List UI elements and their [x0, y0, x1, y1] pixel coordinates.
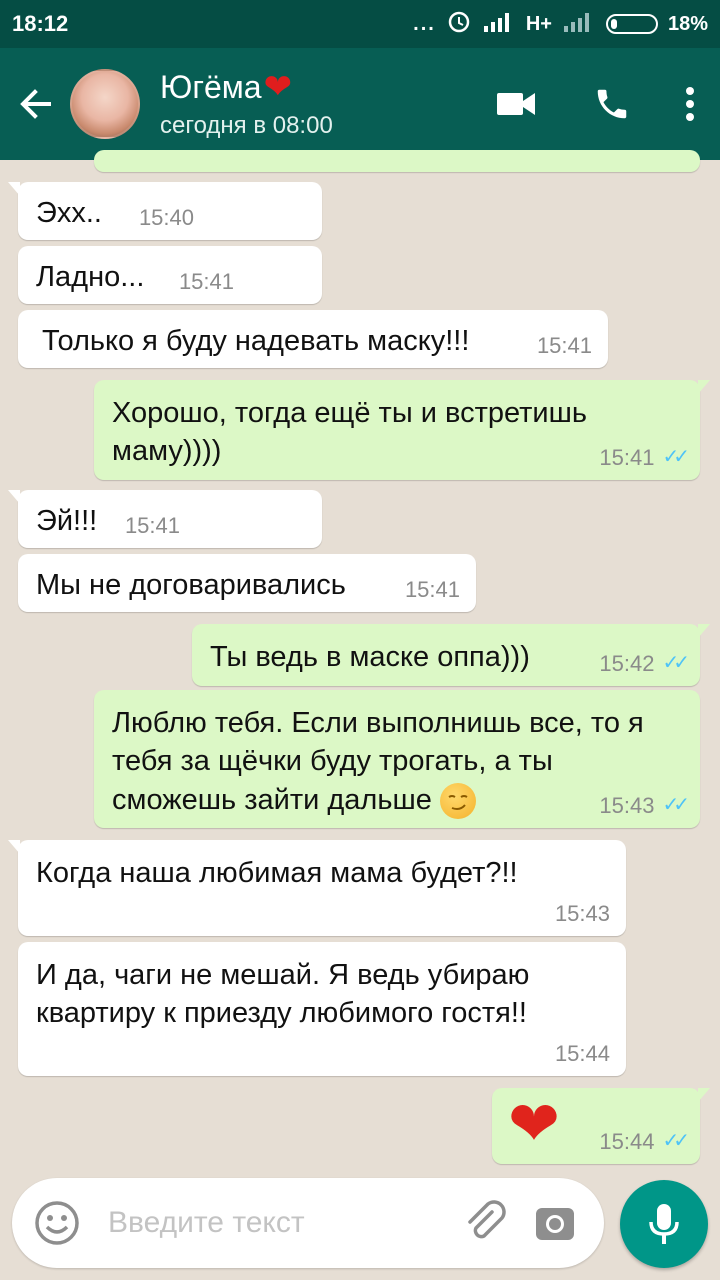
- read-ticks-icon: ✓✓: [662, 1130, 689, 1153]
- heart-emoji: ❤: [508, 1090, 560, 1159]
- heart-emoji: ❤: [263, 68, 293, 106]
- attach-icon[interactable]: [450, 1188, 520, 1258]
- read-ticks-icon: ✓✓: [662, 794, 689, 817]
- message-time: 15:41: [536, 332, 592, 358]
- battery-percent: 18%: [667, 12, 708, 35]
- emoji-icon[interactable]: [22, 1188, 92, 1258]
- video-call-icon[interactable]: [468, 48, 564, 160]
- message-input-bar[interactable]: Введите текст: [12, 1178, 604, 1268]
- message-bubble[interactable]: Только я буду надевать маску!!! 15:41: [18, 310, 608, 368]
- message-text: Мы не договаривались: [36, 569, 346, 601]
- message-meta: 15:42 ✓✓: [599, 649, 689, 678]
- message-meta: 15:41 ✓✓: [599, 443, 689, 472]
- last-seen: сегодня в 08:00: [160, 111, 333, 139]
- message-meta: 15:44 ✓✓: [599, 1127, 689, 1156]
- alarm-icon: [446, 8, 472, 40]
- contact-name: Югёма: [160, 68, 262, 105]
- message-text: Когда наша любимая мама будет?!!: [36, 857, 518, 889]
- message-bubble[interactable]: Ты ведь в маске оппа))) 15:42 ✓✓: [192, 624, 710, 686]
- message-meta: 15:43 ✓✓: [599, 791, 689, 820]
- phone-icon[interactable]: [564, 48, 660, 160]
- message-time: 15:41: [178, 268, 234, 294]
- message-text: Только я буду надевать маску!!!: [42, 325, 470, 357]
- message-bubble[interactable]: Мы не договаривались 15:41: [18, 554, 476, 612]
- camera-icon[interactable]: [520, 1188, 590, 1258]
- message-time: 15:40: [138, 204, 194, 230]
- message-time: 15:41: [404, 576, 460, 602]
- message-text: Хорошо, тогда ещё ты и встретишь маму)))…: [112, 397, 588, 468]
- signal-icon: [482, 10, 516, 38]
- message-text: И да, чаги не мешай. Я ведь убираю кварт…: [36, 959, 530, 1030]
- message-text: Люблю тебя. Если выполнишь все, то я теб…: [112, 707, 644, 816]
- message-bubble[interactable]: Хорошо, тогда ещё ты и встретишь маму)))…: [94, 380, 710, 480]
- message-time: 15:43: [554, 900, 610, 926]
- battery-icon: [605, 14, 658, 34]
- chat-header: Югёма ❤ сегодня в 08:00: [0, 48, 720, 160]
- status-dots: ...: [413, 12, 436, 35]
- status-time: 18:12: [12, 11, 69, 36]
- message-input[interactable]: Введите текст: [108, 1206, 450, 1240]
- mic-icon[interactable]: [620, 1180, 708, 1268]
- read-ticks-icon: ✓✓: [662, 446, 689, 469]
- message-list[interactable]: Эхх.. 15:40 Ладно... 15:41 Только я буду…: [0, 150, 720, 1170]
- read-ticks-icon: ✓✓: [662, 652, 689, 675]
- back-arrow-icon[interactable]: [0, 48, 70, 160]
- message-bubble[interactable]: ❤ 15:44 ✓✓: [492, 1088, 710, 1164]
- message-bubble[interactable]: Эй!!! 15:41: [8, 490, 322, 548]
- avatar[interactable]: [70, 69, 140, 139]
- more-vert-icon[interactable]: [660, 48, 720, 160]
- message-time: 15:44: [599, 1128, 655, 1154]
- message-time: 15:43: [599, 792, 655, 818]
- message-text: Ладно...: [36, 261, 145, 293]
- message-bubble[interactable]: И да, чаги не мешай. Я ведь убираю кварт…: [18, 942, 626, 1076]
- message-time: 15:42: [599, 650, 655, 676]
- status-bar: 18:12 ... H+ 18%: [0, 0, 720, 48]
- message-time: 15:41: [124, 512, 180, 538]
- signal-2-icon: [562, 10, 596, 38]
- contact-info[interactable]: Югёма ❤ сегодня в 08:00: [160, 69, 333, 140]
- message-bubble[interactable]: Ладно... 15:41: [18, 246, 322, 304]
- message-bubble[interactable]: Люблю тебя. Если выполнишь все, то я теб…: [94, 690, 700, 828]
- message-bubble-partial: [94, 150, 700, 172]
- message-time: 15:41: [599, 444, 655, 470]
- smirk-emoji-icon: [439, 782, 476, 819]
- message-bubble[interactable]: Эхх.. 15:40: [8, 182, 322, 240]
- network-type: H+: [525, 12, 552, 35]
- message-bubble[interactable]: Когда наша любимая мама будет?!! 15:43: [8, 840, 626, 936]
- message-time: 15:44: [554, 1040, 610, 1066]
